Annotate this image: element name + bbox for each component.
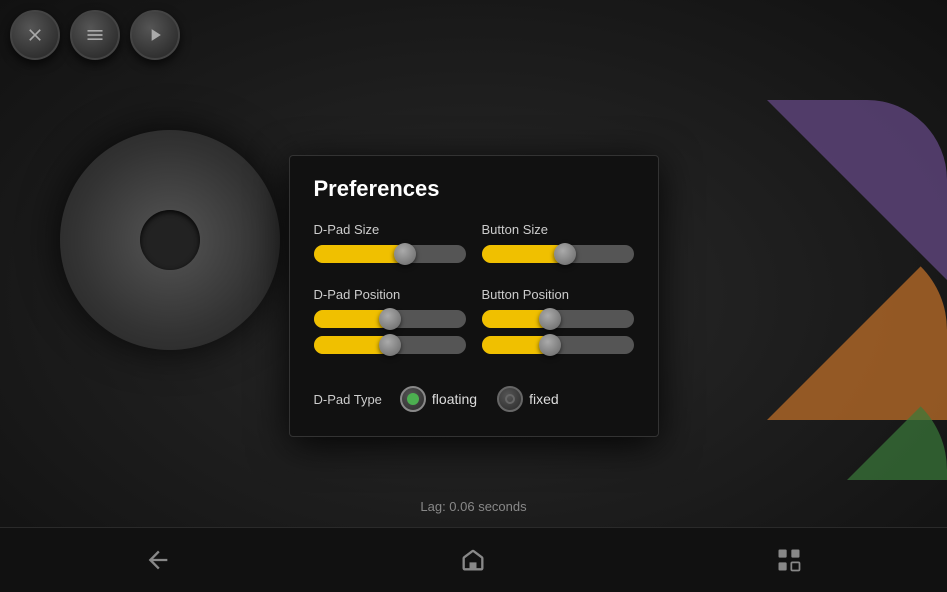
dialog-backdrop: Preferences D-Pad Size Button Size [0, 0, 947, 592]
dpad-pos-x-thumb[interactable] [379, 308, 401, 330]
dpad-position-x-track [314, 310, 466, 328]
btn-pos-x-thumb[interactable] [539, 308, 561, 330]
radio-floating-dot [407, 393, 419, 405]
radio-floating-label: floating [432, 391, 477, 407]
button-size-thumb[interactable] [554, 243, 576, 265]
dpad-size-fill [314, 245, 405, 263]
button-size-section: Button Size [474, 222, 634, 287]
button-size-fill [482, 245, 566, 263]
button-position-label: Button Position [482, 287, 634, 302]
dpad-position-section: D-Pad Position [314, 287, 474, 378]
preferences-grid: D-Pad Size Button Size [314, 222, 634, 378]
preferences-dialog: Preferences D-Pad Size Button Size [289, 155, 659, 437]
dpad-size-thumb[interactable] [394, 243, 416, 265]
dpad-size-slider[interactable] [314, 245, 466, 263]
button-position-x-track [482, 310, 634, 328]
dpad-size-track [314, 245, 466, 263]
button-position-x-slider[interactable] [482, 310, 634, 328]
dpad-position-x-slider[interactable] [314, 310, 466, 328]
dpad-type-row: D-Pad Type floating fixed [314, 386, 634, 412]
dpad-position-y-slider[interactable] [314, 336, 466, 354]
button-position-y-track [482, 336, 634, 354]
dpad-size-label: D-Pad Size [314, 222, 466, 237]
button-position-y-slider[interactable] [482, 336, 634, 354]
dpad-position-label: D-Pad Position [314, 287, 466, 302]
dpad-position-y-track [314, 336, 466, 354]
radio-fixed-circle[interactable] [497, 386, 523, 412]
radio-fixed-label: fixed [529, 391, 559, 407]
radio-floating[interactable]: floating [400, 386, 477, 412]
dpad-type-label: D-Pad Type [314, 392, 382, 407]
dpad-pos-y-thumb[interactable] [379, 334, 401, 356]
button-size-label: Button Size [482, 222, 634, 237]
button-size-slider[interactable] [482, 245, 634, 263]
radio-floating-circle[interactable] [400, 386, 426, 412]
dpad-size-section: D-Pad Size [314, 222, 474, 287]
dialog-title: Preferences [314, 176, 634, 202]
radio-fixed[interactable]: fixed [497, 386, 559, 412]
btn-pos-y-thumb[interactable] [539, 334, 561, 356]
button-size-track [482, 245, 634, 263]
radio-fixed-dot [505, 394, 515, 404]
button-position-section: Button Position [474, 287, 634, 378]
